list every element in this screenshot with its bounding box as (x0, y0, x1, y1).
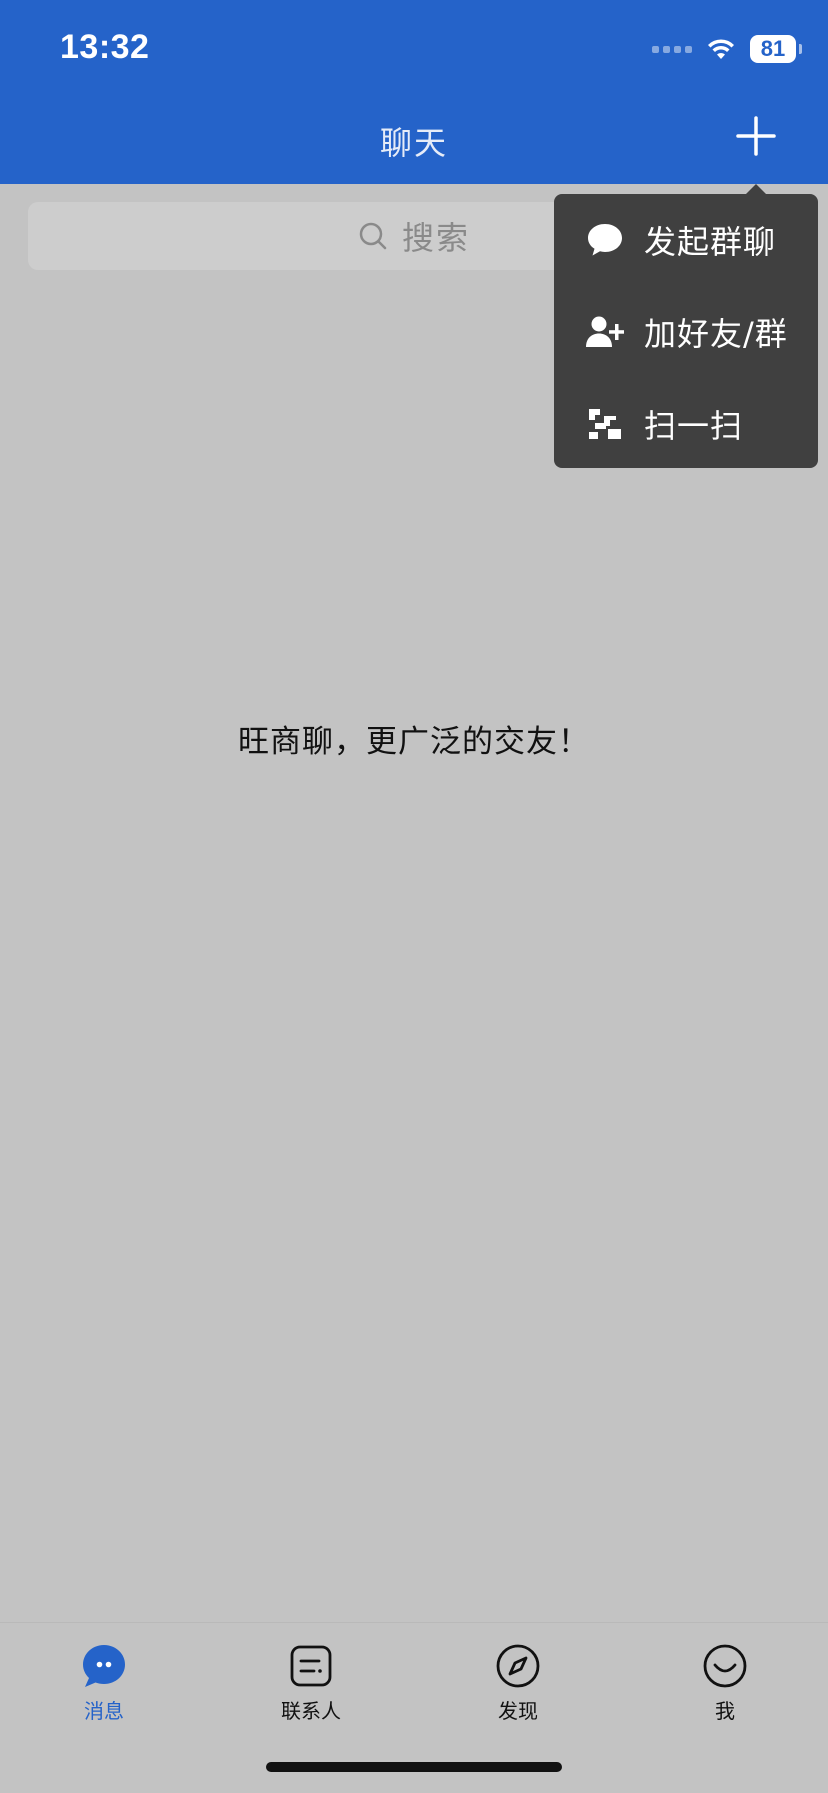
plus-icon (736, 116, 776, 156)
menu-item-group-chat[interactable]: 发起群聊 (554, 194, 818, 286)
empty-state-text: 旺商聊，更广泛的交友！ (238, 724, 590, 760)
battery-indicator: 81 (750, 35, 802, 63)
chat-bubble-icon (586, 221, 624, 259)
menu-item-label: 扫一扫 (644, 407, 744, 445)
menu-item-scan[interactable]: 扫一扫 (554, 378, 818, 470)
menu-item-label: 加好友/群 (644, 315, 788, 353)
tab-label: 我 (715, 1699, 735, 1723)
popup-menu: 发起群聊 加好友/群 扫一扫 (554, 194, 818, 468)
tab-discover[interactable]: 发现 (458, 1643, 578, 1743)
status-time: 13:32 (60, 28, 150, 66)
tab-label: 消息 (84, 1699, 124, 1723)
contacts-icon (290, 1645, 332, 1687)
smiley-icon (703, 1644, 747, 1688)
tab-label: 联系人 (281, 1699, 341, 1723)
app-header: 13:32 81 聊天 (0, 0, 828, 184)
tab-messages[interactable]: 消息 (44, 1643, 164, 1743)
home-indicator[interactable] (266, 1762, 562, 1772)
message-icon (83, 1645, 125, 1687)
add-button[interactable] (732, 112, 780, 160)
add-user-icon (586, 313, 624, 351)
tab-me[interactable]: 我 (665, 1643, 785, 1743)
compass-icon (496, 1644, 540, 1688)
cellular-signal-icon (652, 45, 692, 53)
page-title: 聊天 (379, 124, 448, 162)
scan-icon (586, 405, 624, 443)
search-placeholder: 搜索 (401, 219, 470, 257)
search-icon (359, 222, 387, 250)
tab-contacts[interactable]: 联系人 (251, 1643, 371, 1743)
battery-level: 81 (760, 36, 786, 61)
menu-item-label: 发起群聊 (644, 223, 777, 261)
tab-label: 发现 (498, 1699, 538, 1723)
menu-item-add-friend[interactable]: 加好友/群 (554, 286, 818, 378)
status-icons: 81 (652, 34, 802, 64)
wifi-icon (708, 39, 734, 59)
